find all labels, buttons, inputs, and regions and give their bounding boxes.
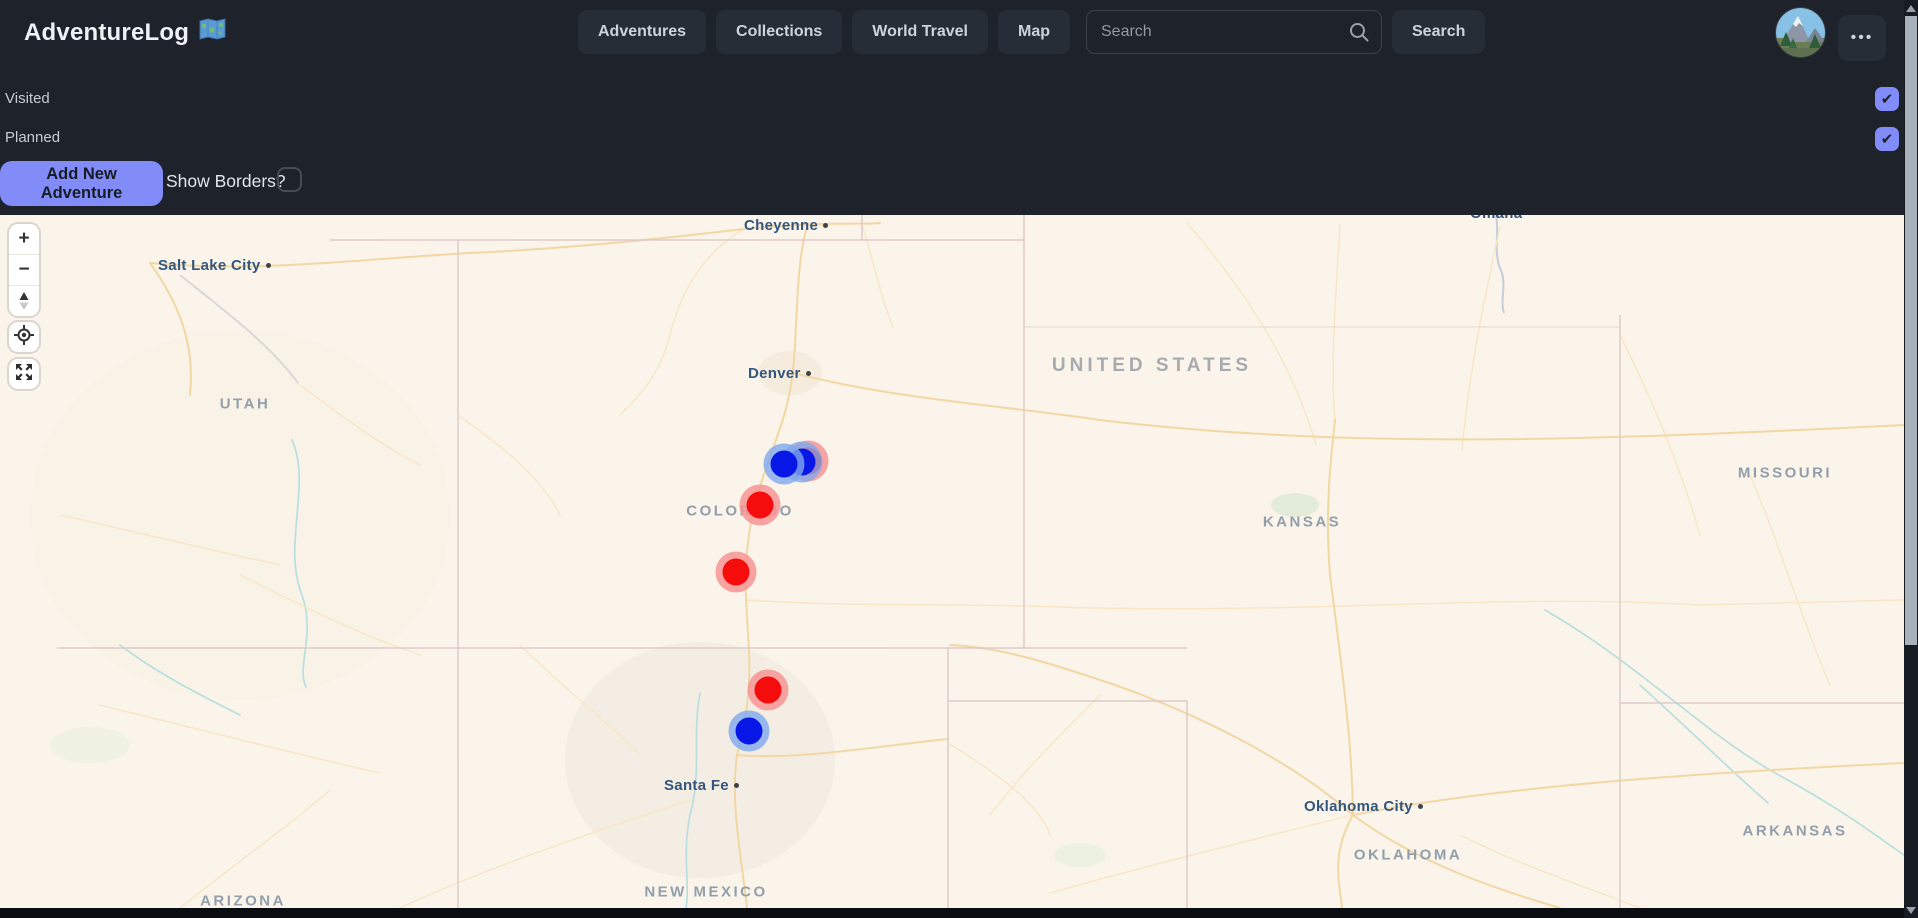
nav-map-button[interactable]: Map xyxy=(998,10,1070,54)
zoom-out-button[interactable]: − xyxy=(9,254,39,285)
fullscreen-icon xyxy=(12,360,36,389)
top-panel: AdventureLog Adventures Collections Worl… xyxy=(0,0,1904,215)
ellipsis-icon: ••• xyxy=(1851,29,1874,47)
scrollbar-thumb[interactable] xyxy=(1905,16,1917,645)
map-nav-control: + − xyxy=(9,224,39,316)
compass-icon[interactable] xyxy=(9,285,39,316)
add-new-adventure-button[interactable]: Add New Adventure xyxy=(0,161,163,206)
geolocate-button[interactable] xyxy=(9,322,39,352)
planned-adventure-marker[interactable] xyxy=(740,485,781,526)
search-input[interactable] xyxy=(1086,10,1382,54)
search-icon xyxy=(1348,21,1370,43)
bottom-bar xyxy=(0,908,1904,918)
planned-label: Planned xyxy=(5,129,60,146)
user-avatar[interactable] xyxy=(1776,8,1825,57)
nav-adventures-button[interactable]: Adventures xyxy=(578,10,706,54)
map-canvas[interactable]: + − UTAHCOLORADOUNITED STATE xyxy=(0,215,1904,908)
page-scrollbar[interactable] xyxy=(1904,0,1918,918)
zoom-in-button[interactable]: + xyxy=(9,224,39,254)
planned-adventure-marker[interactable] xyxy=(748,670,789,711)
geolocate-icon xyxy=(12,323,36,352)
app-title: AdventureLog xyxy=(24,19,189,47)
scroll-up-icon[interactable] xyxy=(1906,5,1916,12)
show-borders-label: Show Borders? xyxy=(166,171,286,192)
app-logo[interactable]: AdventureLog xyxy=(24,18,226,48)
nav-world-travel-button[interactable]: World Travel xyxy=(852,10,988,54)
fullscreen-button[interactable] xyxy=(9,359,39,389)
basemap-tiles xyxy=(0,215,1904,908)
visited-label: Visited xyxy=(5,90,50,107)
visited-adventure-marker[interactable] xyxy=(729,711,770,752)
nav-collections-button[interactable]: Collections xyxy=(716,10,842,54)
planned-checkbox[interactable]: ✔ xyxy=(1875,127,1899,151)
search-button[interactable]: Search xyxy=(1392,10,1485,54)
visited-checkbox[interactable]: ✔ xyxy=(1875,87,1899,111)
more-options-button[interactable]: ••• xyxy=(1838,15,1886,61)
show-borders-checkbox[interactable] xyxy=(277,167,302,192)
scroll-down-icon[interactable] xyxy=(1906,907,1916,914)
world-map-icon xyxy=(199,18,226,48)
visited-adventure-marker[interactable] xyxy=(764,444,805,485)
planned-adventure-marker[interactable] xyxy=(716,552,757,593)
main-nav: Adventures Collections World Travel Map … xyxy=(578,10,1485,54)
